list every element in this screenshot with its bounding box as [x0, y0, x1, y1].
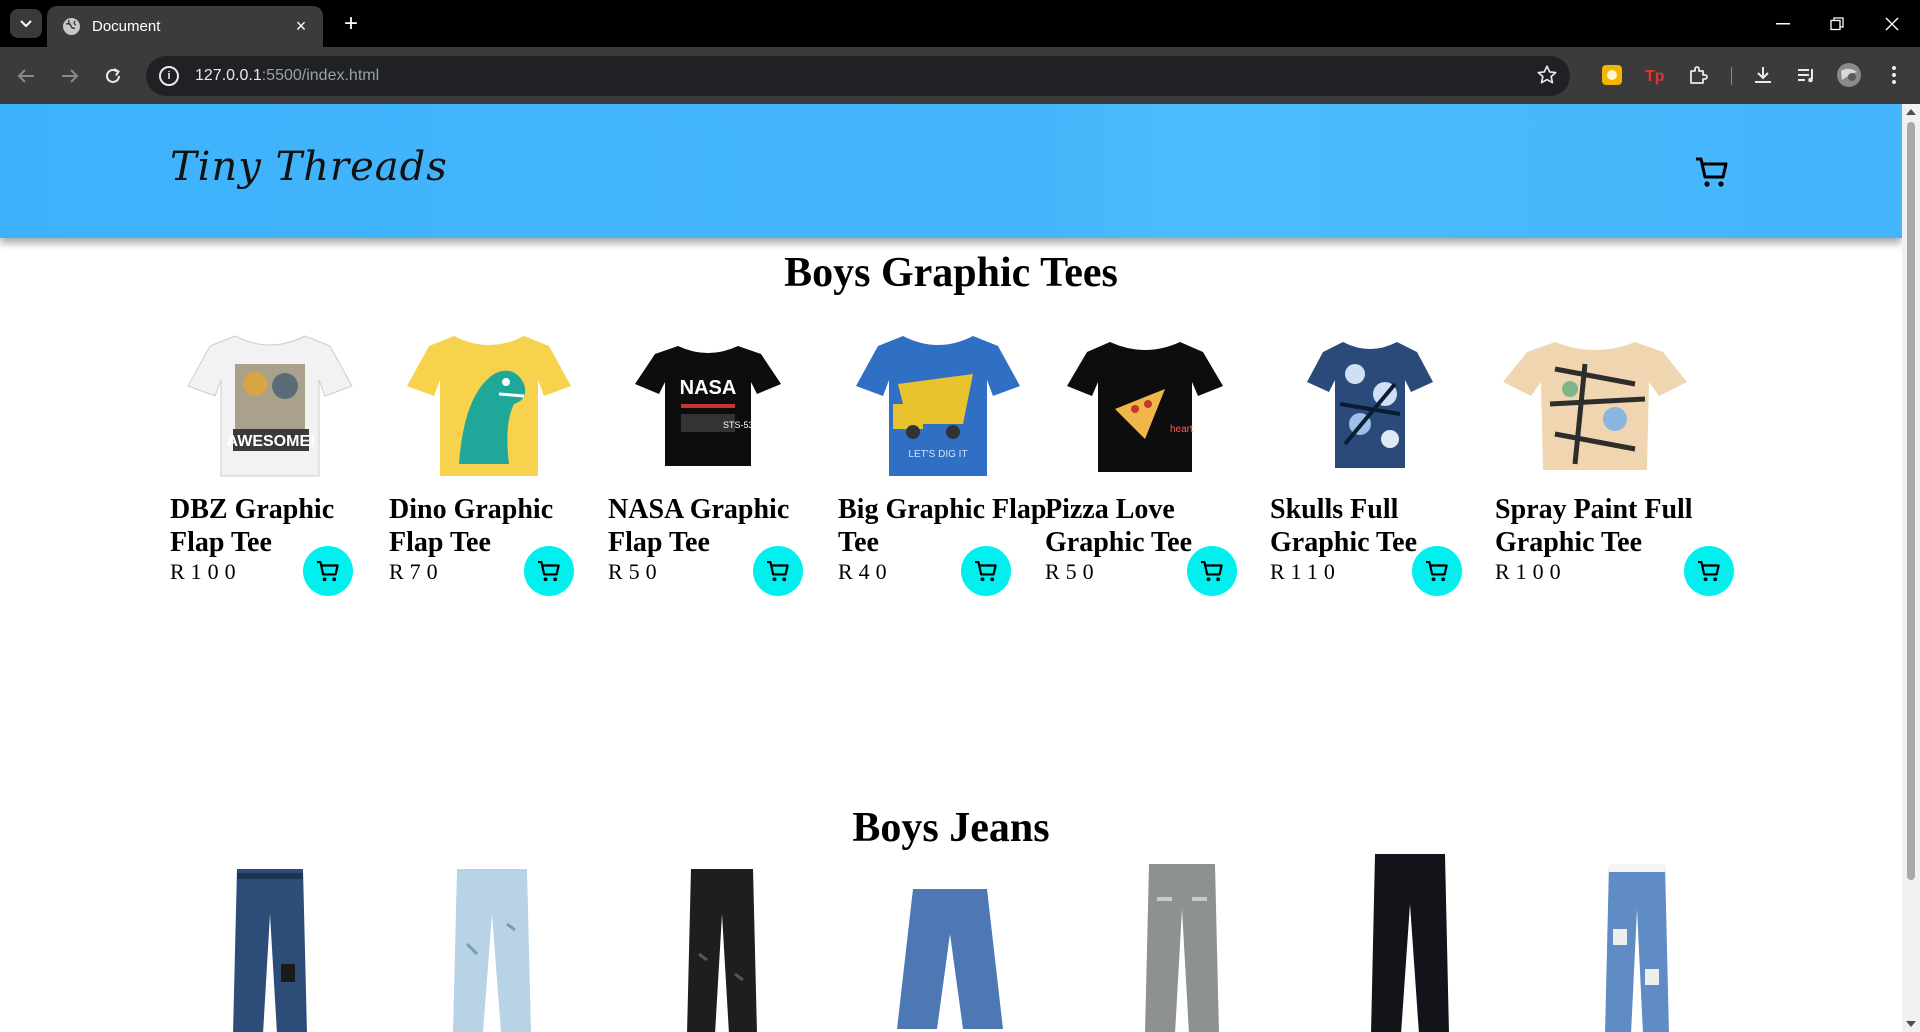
- product-image[interactable]: [1270, 319, 1470, 489]
- chevron-down-icon: [20, 19, 32, 27]
- product-name: Big Graphic Flap Tee: [838, 494, 1047, 558]
- product-name: Spray Paint Full Graphic Tee: [1495, 494, 1693, 558]
- address-bar[interactable]: i 127.0.0.1:5500/index.html: [146, 56, 1570, 96]
- add-to-cart-button[interactable]: [1412, 546, 1462, 596]
- profile-avatar-icon[interactable]: [1835, 61, 1863, 89]
- add-to-cart-button[interactable]: [753, 546, 803, 596]
- reload-icon[interactable]: [99, 62, 127, 90]
- product-image[interactable]: [442, 864, 542, 1032]
- browser-tab[interactable]: Document ×: [47, 6, 323, 47]
- add-to-cart-button[interactable]: [1187, 546, 1237, 596]
- product-image[interactable]: [1132, 859, 1232, 1032]
- svg-text:heart: heart: [1170, 424, 1193, 435]
- tab-title: Document: [92, 18, 161, 35]
- product-name: NASA Graphic Flap Tee: [608, 494, 790, 558]
- browser-menu-icon[interactable]: [1880, 61, 1908, 89]
- product-image[interactable]: [1495, 319, 1695, 489]
- product-price: R100: [170, 559, 242, 584]
- bookmark-star-icon[interactable]: [1536, 64, 1558, 91]
- add-to-cart-button[interactable]: [961, 546, 1011, 596]
- product-name: DBZ Graphic Flap Tee: [170, 494, 335, 558]
- media-control-icon[interactable]: [1792, 61, 1820, 89]
- restore-window-icon[interactable]: [1822, 12, 1852, 36]
- tab-search-button[interactable]: [10, 9, 42, 38]
- svg-text:STS-53: STS-53: [723, 420, 754, 430]
- cart-icon: [767, 560, 789, 582]
- cart-icon: [317, 560, 339, 582]
- product-image[interactable]: [389, 319, 589, 489]
- cart-icon: [975, 560, 997, 582]
- page-scrollbar[interactable]: [1902, 104, 1920, 1032]
- add-to-cart-button[interactable]: [1684, 546, 1734, 596]
- product-name: Skulls Full Graphic Tee: [1270, 494, 1418, 558]
- svg-text:NASA: NASA: [680, 377, 737, 399]
- scroll-down-arrow-icon[interactable]: [1906, 1021, 1916, 1027]
- site-info-icon[interactable]: i: [159, 66, 179, 86]
- site-logo[interactable]: Tiny Threads: [170, 144, 448, 190]
- product-price: R50: [608, 559, 663, 584]
- cart-icon: [538, 560, 560, 582]
- browser-toolbar: i 127.0.0.1:5500/index.html Tp: [0, 47, 1920, 104]
- extension-tp-icon[interactable]: Tp: [1641, 61, 1669, 89]
- close-window-icon[interactable]: [1877, 12, 1907, 36]
- download-icon[interactable]: [1749, 61, 1777, 89]
- cart-icon: [1201, 560, 1223, 582]
- extension-yellow-icon[interactable]: [1598, 61, 1626, 89]
- product-name: Dino Graphic Flap Tee: [389, 494, 554, 558]
- svg-text:LET'S DIG IT: LET'S DIG IT: [908, 449, 967, 460]
- product-price: R70: [389, 559, 444, 584]
- section-title-graphic-tees: Boys Graphic Tees: [784, 250, 1118, 296]
- globe-icon: [63, 18, 80, 35]
- product-image[interactable]: [890, 884, 1010, 1032]
- url-text: 127.0.0.1:5500/index.html: [195, 67, 380, 84]
- new-tab-button[interactable]: +: [338, 10, 364, 38]
- scrollbar-thumb[interactable]: [1907, 122, 1915, 880]
- cart-icon: [1426, 560, 1448, 582]
- forward-icon[interactable]: [56, 62, 84, 90]
- browser-tab-bar: Document × +: [0, 0, 1920, 47]
- minimize-window-icon[interactable]: [1768, 12, 1798, 36]
- product-image[interactable]: [1360, 849, 1460, 1032]
- product-image[interactable]: LET'S DIG IT: [838, 319, 1038, 489]
- section-title-jeans: Boys Jeans: [852, 805, 1050, 851]
- product-image[interactable]: [220, 864, 320, 1032]
- add-to-cart-button[interactable]: [303, 546, 353, 596]
- product-image[interactable]: [672, 864, 772, 1032]
- toolbar-divider: [1731, 67, 1732, 85]
- cart-icon: [1698, 560, 1720, 582]
- svg-text:AWESOME!: AWESOME!: [227, 433, 316, 450]
- back-icon[interactable]: [12, 62, 40, 90]
- product-image[interactable]: AWESOME!: [170, 319, 370, 489]
- svg-text:Tp: Tp: [1645, 68, 1665, 85]
- product-image[interactable]: NASA STS-53: [608, 319, 808, 489]
- add-to-cart-button[interactable]: [524, 546, 574, 596]
- product-price: R110: [1270, 559, 1341, 584]
- close-tab-icon[interactable]: ×: [291, 16, 311, 37]
- product-price: R50: [1045, 559, 1100, 584]
- header-cart-icon[interactable]: [1692, 152, 1732, 192]
- product-name: Pizza Love Graphic Tee: [1045, 494, 1193, 558]
- product-image[interactable]: heart: [1045, 319, 1245, 489]
- product-price: R100: [1495, 559, 1567, 584]
- extensions-puzzle-icon[interactable]: [1684, 61, 1712, 89]
- product-image[interactable]: [1592, 859, 1682, 1032]
- site-header: Tiny Threads: [0, 104, 1902, 238]
- scroll-up-arrow-icon[interactable]: [1906, 109, 1916, 115]
- page-viewport: Tiny Threads Boys Graphic Tees AWESOME! …: [0, 104, 1902, 1032]
- product-price: R40: [838, 559, 893, 584]
